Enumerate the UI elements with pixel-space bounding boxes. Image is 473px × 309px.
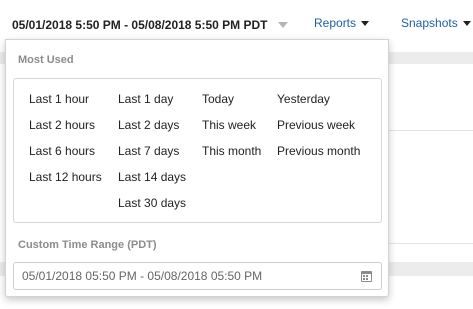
option-previous-month[interactable]: Previous month [277,143,360,169]
custom-range-value: 05/01/2018 05:50 PM - 05/08/2018 05:50 P… [22,269,263,283]
time-range-dropdown: Most Used Last 1 hour Last 2 hours Last … [5,39,389,297]
snapshots-label: Snapshots [401,16,458,30]
background-divider [388,243,473,244]
options-column: Last 1 day Last 2 days Last 7 days Last … [118,91,186,221]
most-used-heading: Most Used [18,54,74,66]
caret-down-icon [462,20,471,26]
background-divider [388,130,473,131]
option-last-2-days[interactable]: Last 2 days [118,117,186,143]
option-last-30-days[interactable]: Last 30 days [118,195,186,221]
date-range-toggle[interactable]: 05/01/2018 5:50 PM - 05/08/2018 5:50 PM … [5,10,295,40]
option-last-6-hours[interactable]: Last 6 hours [29,143,102,169]
option-today[interactable]: Today [202,91,261,117]
reports-menu[interactable]: Reports [314,16,370,30]
date-range-text: 05/01/2018 5:50 PM - 05/08/2018 5:50 PM … [12,18,268,32]
option-last-2-hours[interactable]: Last 2 hours [29,117,102,143]
option-last-7-days[interactable]: Last 7 days [118,143,186,169]
chevron-down-icon [277,22,288,28]
calendar-icon[interactable] [361,271,372,282]
option-this-month[interactable]: This month [202,143,261,169]
options-column: Yesterday Previous week Previous month [277,91,360,169]
option-this-week[interactable]: This week [202,117,261,143]
custom-range-heading: Custom Time Range (PDT) [18,239,157,251]
option-last-1-hour[interactable]: Last 1 hour [29,91,102,117]
options-column: Last 1 hour Last 2 hours Last 6 hours La… [29,91,102,195]
option-last-1-day[interactable]: Last 1 day [118,91,186,117]
app-window: 05/01/2018 5:50 PM - 05/08/2018 5:50 PM … [0,0,473,309]
snapshots-menu[interactable]: Snapshots [401,16,471,30]
caret-down-icon [361,20,370,26]
most-used-options: Last 1 hour Last 2 hours Last 6 hours La… [13,78,382,223]
reports-label: Reports [314,16,357,30]
options-column: Today This week This month [202,91,261,169]
option-previous-week[interactable]: Previous week [277,117,360,143]
custom-range-input[interactable]: 05/01/2018 05:50 PM - 05/08/2018 05:50 P… [13,262,382,290]
option-last-14-days[interactable]: Last 14 days [118,169,186,195]
option-yesterday[interactable]: Yesterday [277,91,360,117]
option-last-12-hours[interactable]: Last 12 hours [29,169,102,195]
